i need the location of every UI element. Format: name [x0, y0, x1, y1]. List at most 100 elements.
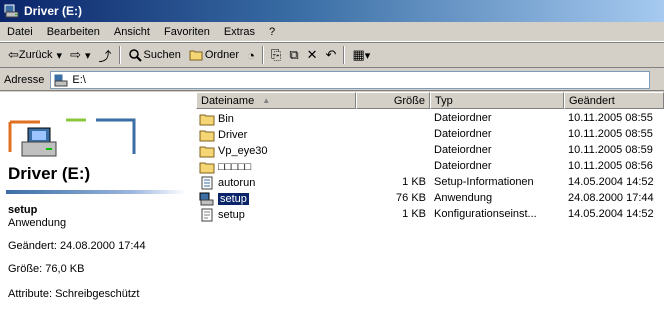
file-type: Setup-Informationen — [434, 176, 534, 188]
inf-file-icon — [201, 176, 213, 189]
toolbar-separator — [343, 46, 346, 64]
chevron-down-icon[interactable]: ▾ — [57, 49, 63, 62]
up-folder-icon: ⤴ — [98, 48, 112, 64]
content-area: Driver (E:) setup Anwendung Geändert: 24… — [0, 92, 664, 316]
file-name-cell: □□□□□ — [199, 159, 251, 174]
config-file-icon — [201, 208, 213, 221]
forward-button[interactable]: ⇨ ▾ — [66, 44, 94, 66]
file-date: 24.08.2000 17:44 — [568, 192, 654, 204]
toolbar-separator — [261, 46, 264, 64]
address-bar: Adresse E:\ — [0, 69, 664, 91]
selected-item-name: setup — [8, 204, 38, 216]
delete-button[interactable]: ✕ — [303, 44, 322, 66]
column-date-label: Geändert — [569, 94, 615, 107]
file-name: Driver — [218, 128, 248, 141]
folder-icon — [199, 146, 215, 157]
folders-icon — [189, 50, 203, 61]
toolbar: ⇦ Zurück ▾ ⇨ ▾ ⤴ Suchen Ordner ◔ ⎘ ⧉ ✕ ↶ — [0, 42, 664, 68]
list-item[interactable]: □□□□□ Dateiordner 10.11.2005 08:56 — [196, 159, 664, 174]
column-header-type[interactable]: Typ — [430, 92, 564, 109]
column-header-size[interactable]: Größe — [356, 92, 430, 109]
file-name-cell: Vp_eye30 — [199, 143, 268, 158]
file-name: Bin — [218, 112, 234, 125]
history-icon: ◔ — [247, 47, 255, 63]
file-size: 76 KB — [396, 192, 426, 204]
file-type: Dateiordner — [434, 112, 492, 124]
menu-ansicht[interactable]: Ansicht — [107, 26, 157, 38]
file-date: 10.11.2005 08:55 — [568, 112, 653, 124]
file-name-cell: Driver — [199, 127, 247, 142]
column-size-label: Größe — [393, 94, 425, 107]
address-value: E:\ — [72, 73, 86, 86]
back-button[interactable]: ⇦ Zurück ▾ — [4, 44, 66, 66]
list-item[interactable]: Driver Dateiordner 10.11.2005 08:55 — [196, 127, 664, 142]
column-header-date[interactable]: Geändert — [564, 92, 664, 109]
file-name: setup — [218, 192, 249, 205]
undo-button[interactable]: ↶ — [322, 44, 341, 66]
forward-arrow-icon: ⇨ — [70, 47, 81, 62]
file-name-cell: Bin — [199, 111, 234, 126]
menu-extras[interactable]: Extras — [217, 26, 262, 38]
file-type: Dateiordner — [434, 160, 492, 172]
file-name-cell: autorun — [199, 175, 255, 190]
column-header-name[interactable]: Dateiname ▲ — [196, 92, 356, 109]
delete-icon: ✕ — [306, 47, 318, 62]
title-divider — [6, 190, 186, 194]
list-item[interactable]: setup 1 KB Konfigurationseinst... 14.05.… — [196, 207, 664, 222]
chevron-down-icon[interactable]: ▾ — [365, 49, 371, 62]
chevron-down-icon[interactable]: ▾ — [85, 49, 91, 62]
search-icon — [128, 49, 142, 62]
folders-label: Ordner — [204, 49, 240, 61]
folder-icon — [199, 114, 215, 125]
copy-to-icon: ⧉ — [289, 47, 299, 62]
list-item[interactable]: setup 76 KB Anwendung 24.08.2000 17:44 — [196, 191, 664, 206]
file-type: Dateiordner — [434, 144, 492, 156]
search-button[interactable]: Suchen — [124, 44, 185, 66]
menu-datei[interactable]: Datei — [0, 26, 40, 38]
column-name-label: Dateiname — [201, 94, 255, 107]
back-label: Zurück — [18, 49, 53, 61]
views-icon: ▦ — [352, 47, 365, 62]
file-date: 14.05.2004 14:52 — [568, 176, 654, 188]
move-to-icon: ⎘ — [270, 47, 282, 62]
address-input[interactable]: E:\ — [50, 70, 651, 89]
file-name-cell: setup — [199, 207, 245, 222]
copy-to-button[interactable]: ⧉ — [285, 44, 302, 66]
menu-help[interactable]: ? — [262, 26, 282, 38]
back-arrow-icon: ⇦ — [8, 47, 19, 62]
views-button[interactable]: ▦ ▾ — [348, 44, 374, 66]
up-folder-button[interactable]: ⤴ — [95, 44, 116, 66]
file-name: autorun — [218, 176, 256, 189]
selected-item-size: Größe: 76,0 KB — [8, 263, 85, 275]
file-name-cell: setup — [199, 191, 249, 206]
move-to-button[interactable]: ⎘ — [267, 44, 285, 66]
column-type-label: Typ — [435, 94, 453, 107]
drive-icon — [53, 73, 68, 86]
file-list: Dateiname ▲ Größe Typ Geändert Bin Datei… — [196, 92, 664, 316]
file-date: 10.11.2005 08:56 — [568, 160, 653, 172]
undo-icon: ↶ — [325, 47, 337, 62]
list-item[interactable]: Bin Dateiordner 10.11.2005 08:55 — [196, 111, 664, 126]
selected-item-attributes: Attribute: Schreibgeschützt — [8, 288, 140, 300]
list-header: Dateiname ▲ Größe Typ Geändert — [196, 92, 664, 109]
file-type: Dateiordner — [434, 128, 492, 140]
list-item[interactable]: Vp_eye30 Dateiordner 10.11.2005 08:59 — [196, 143, 664, 158]
folder-icon — [199, 162, 215, 173]
application-icon — [199, 192, 214, 205]
folders-button[interactable]: Ordner — [185, 44, 243, 66]
selected-item-type: Anwendung — [8, 217, 67, 229]
history-button[interactable]: ◔ — [243, 44, 259, 66]
folder-icon — [199, 130, 215, 141]
file-size: 1 KB — [402, 176, 426, 188]
file-name: □□□□□ — [218, 160, 252, 173]
file-name: Vp_eye30 — [218, 144, 268, 157]
selected-item-modified: Geändert: 24.08.2000 17:44 — [8, 240, 146, 252]
search-label: Suchen — [143, 49, 181, 61]
sort-ascending-icon: ▲ — [262, 96, 271, 105]
list-item[interactable]: autorun 1 KB Setup-Informationen 14.05.2… — [196, 175, 664, 190]
file-size: 1 KB — [402, 208, 426, 220]
menu-bearbeiten[interactable]: Bearbeiten — [40, 26, 107, 38]
menu-favoriten[interactable]: Favoriten — [157, 26, 217, 38]
file-date: 14.05.2004 14:52 — [568, 208, 654, 220]
title-bar[interactable]: Driver (E:) — [0, 0, 664, 22]
